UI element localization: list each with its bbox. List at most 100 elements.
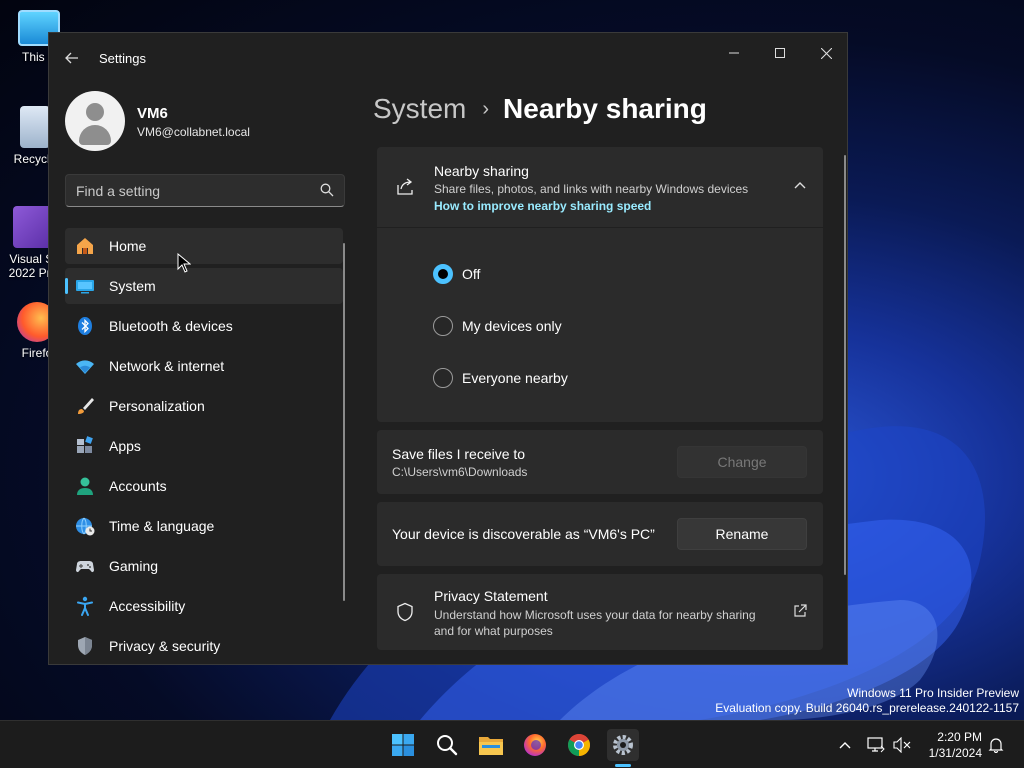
- radio-button[interactable]: [433, 316, 453, 336]
- accounts-icon: [75, 476, 95, 496]
- sidebar-item-bluetooth[interactable]: Bluetooth & devices: [65, 308, 343, 344]
- system-icon: [75, 276, 95, 296]
- sidebar-item-label: Apps: [109, 438, 141, 454]
- clock-time: 2:20 PM: [937, 730, 982, 744]
- sidebar-item-label: Bluetooth & devices: [109, 318, 233, 334]
- close-button[interactable]: [803, 39, 847, 67]
- radio-my-devices-only[interactable]: My devices only: [433, 315, 562, 337]
- recycle-bin-icon: [20, 106, 50, 148]
- firefox-icon: [524, 734, 546, 756]
- nearby-sharing-speed-link[interactable]: How to improve nearby sharing speed: [434, 199, 651, 213]
- chrome-taskbar-button[interactable]: [563, 729, 595, 761]
- sidebar-item-time-language[interactable]: Time & language: [65, 508, 343, 544]
- taskbar: 2:20 PM 1/31/2024: [0, 720, 1024, 768]
- sidebar-item-apps[interactable]: Apps: [65, 428, 343, 464]
- home-icon: [75, 236, 95, 256]
- file-explorer-button[interactable]: [475, 729, 507, 761]
- sidebar-item-label: Gaming: [109, 558, 159, 574]
- radio-label: Off: [462, 266, 481, 282]
- sidebar-item-label: Time & language: [109, 518, 215, 534]
- globe-clock-icon: [75, 516, 95, 536]
- mouse-cursor-icon: [177, 253, 191, 273]
- window-title: Settings: [99, 51, 146, 66]
- network-icon: [867, 737, 885, 753]
- clock-date: 1/31/2024: [928, 746, 982, 760]
- title-bar: Settings: [49, 33, 847, 81]
- sidebar-item-gaming[interactable]: Gaming: [65, 548, 343, 584]
- external-link-icon[interactable]: [793, 604, 807, 618]
- privacy-statement-description: Understand how Microsoft uses your data …: [434, 608, 756, 638]
- save-location-title: Save files I receive to: [392, 446, 526, 462]
- back-button[interactable]: [59, 45, 85, 71]
- arrow-left-icon: [65, 52, 78, 64]
- radio-label: My devices only: [462, 318, 562, 334]
- active-app-indicator: [615, 764, 631, 767]
- wifi-icon: [75, 356, 95, 376]
- gamepad-icon: [75, 556, 95, 576]
- minimize-button[interactable]: [711, 39, 757, 67]
- sidebar-nav: Home System Bluetooth & devices Network …: [65, 228, 343, 664]
- sidebar-item-label: Network & internet: [109, 358, 225, 374]
- sidebar-item-label: Home: [109, 238, 147, 254]
- privacy-statement-title: Privacy Statement: [434, 588, 548, 604]
- visual-studio-icon: [13, 206, 53, 248]
- settings-window: Settings VM6 VM6@collabnet.local Home: [48, 32, 848, 665]
- user-email: VM6@collabnet.local: [137, 125, 250, 139]
- volume-button[interactable]: [892, 735, 912, 755]
- file-explorer-icon: [479, 737, 503, 755]
- rename-button[interactable]: Rename: [677, 518, 807, 550]
- save-location-card: Save files I receive to C:\Users\vm6\Dow…: [377, 430, 823, 494]
- breadcrumb-parent[interactable]: System: [373, 93, 466, 125]
- notifications-button[interactable]: [986, 735, 1006, 755]
- radio-everyone-nearby[interactable]: Everyone nearby: [433, 367, 568, 389]
- radio-button[interactable]: [433, 368, 453, 388]
- sidebar-item-system[interactable]: System: [65, 268, 343, 304]
- sidebar-item-accounts[interactable]: Accounts: [65, 468, 343, 504]
- privacy-statement-card[interactable]: Privacy Statement Understand how Microso…: [377, 574, 823, 650]
- radio-off[interactable]: Off: [433, 263, 480, 285]
- chrome-icon: [568, 734, 590, 756]
- sidebar-item-label: System: [109, 278, 156, 294]
- breadcrumb: System › Nearby sharing: [373, 93, 707, 125]
- share-icon: [397, 178, 413, 195]
- radio-button-checked[interactable]: [433, 264, 453, 284]
- sidebar-item-label: Accounts: [109, 478, 167, 494]
- maximize-icon: [775, 48, 785, 58]
- network-status-button[interactable]: [866, 735, 886, 755]
- chevron-up-icon[interactable]: [793, 179, 807, 193]
- sidebar-item-privacy[interactable]: Privacy & security: [65, 628, 343, 664]
- content-scrollbar[interactable]: [844, 155, 846, 575]
- watermark-line-1: Windows 11 Pro Insider Preview: [847, 686, 1019, 700]
- nearby-sharing-description: Share files, photos, and links with near…: [434, 182, 749, 196]
- brush-icon: [75, 396, 95, 416]
- search-input[interactable]: [76, 181, 306, 201]
- taskbar-search-button[interactable]: [431, 729, 463, 761]
- accessibility-icon: [75, 596, 95, 616]
- sidebar-scrollbar[interactable]: [343, 243, 345, 601]
- minimize-icon: [729, 52, 739, 54]
- start-icon: [392, 734, 414, 756]
- apps-icon: [75, 436, 95, 456]
- clock[interactable]: 2:20 PM 1/31/2024: [922, 729, 982, 761]
- firefox-taskbar-button[interactable]: [519, 729, 551, 761]
- show-hidden-icons-button[interactable]: [835, 735, 855, 755]
- avatar[interactable]: [65, 91, 125, 151]
- sidebar-item-label: Privacy & security: [109, 638, 221, 654]
- maximize-button[interactable]: [757, 39, 803, 67]
- sidebar-item-home[interactable]: Home: [65, 228, 343, 264]
- search-box: [65, 174, 345, 207]
- start-button[interactable]: [387, 729, 419, 761]
- sidebar-item-network[interactable]: Network & internet: [65, 348, 343, 384]
- sidebar-item-personalization[interactable]: Personalization: [65, 388, 343, 424]
- discoverable-card: Your device is discoverable as “VM6's PC…: [377, 502, 823, 566]
- search-icon[interactable]: [320, 183, 334, 197]
- discoverable-text: Your device is discoverable as “VM6's PC…: [392, 526, 655, 542]
- watermark-line-2: Evaluation copy. Build 26040.rs_prerelea…: [715, 701, 1019, 715]
- sidebar-item-label: Accessibility: [109, 598, 186, 614]
- settings-icon: [613, 735, 633, 755]
- settings-taskbar-button[interactable]: [607, 729, 639, 761]
- sidebar-item-accessibility[interactable]: Accessibility: [65, 588, 343, 624]
- evaluation-watermark: Windows 11 Pro Insider Preview Evaluatio…: [715, 686, 1019, 716]
- nearby-sharing-card-header[interactable]: Nearby sharing Share files, photos, and …: [377, 147, 823, 227]
- change-button[interactable]: Change: [677, 446, 807, 478]
